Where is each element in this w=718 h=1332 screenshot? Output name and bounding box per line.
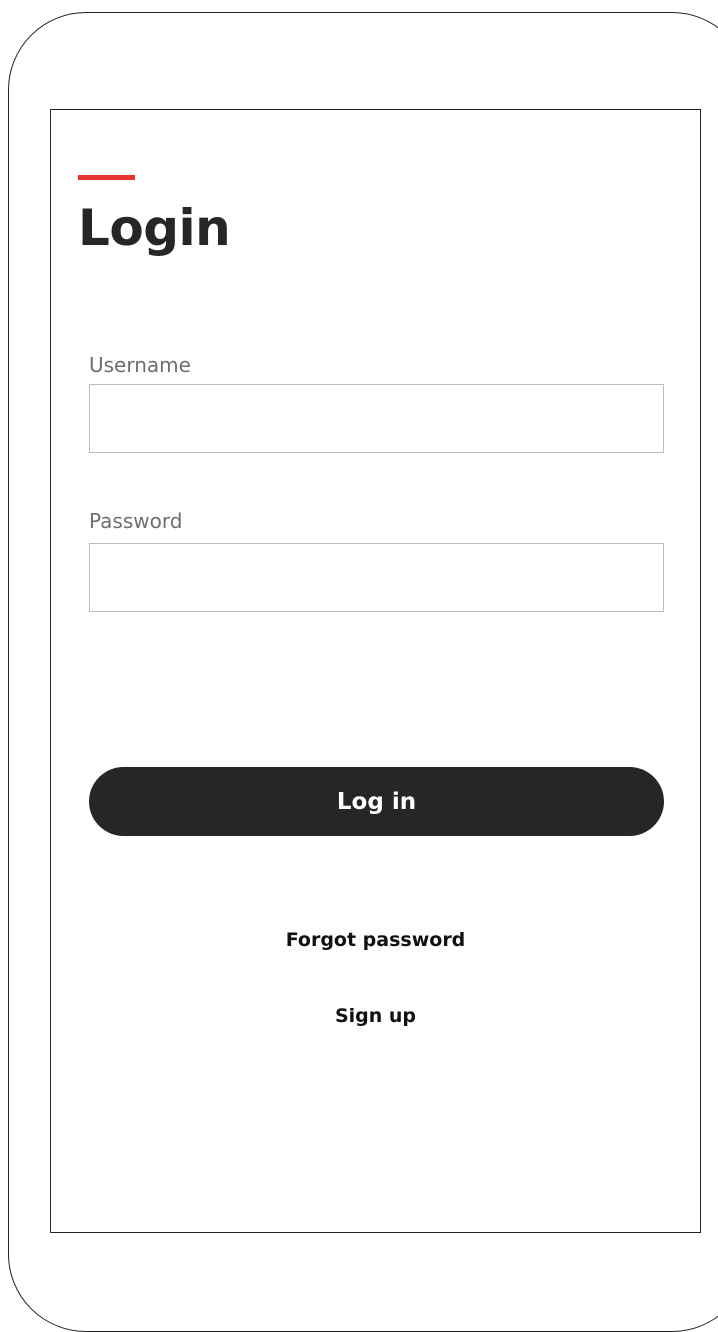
title-accent-bar — [78, 175, 135, 180]
password-label: Password — [89, 509, 183, 533]
device-frame: Login Username Password Log in Forgot pa… — [8, 12, 718, 1332]
page-title: Login — [78, 199, 231, 257]
username-label: Username — [89, 353, 191, 377]
username-input[interactable] — [89, 384, 664, 453]
login-button[interactable]: Log in — [89, 767, 664, 836]
sign-up-link[interactable]: Sign up — [51, 1004, 700, 1028]
forgot-password-link[interactable]: Forgot password — [51, 928, 700, 952]
password-input[interactable] — [89, 543, 664, 612]
login-screen: Login Username Password Log in Forgot pa… — [50, 109, 701, 1233]
